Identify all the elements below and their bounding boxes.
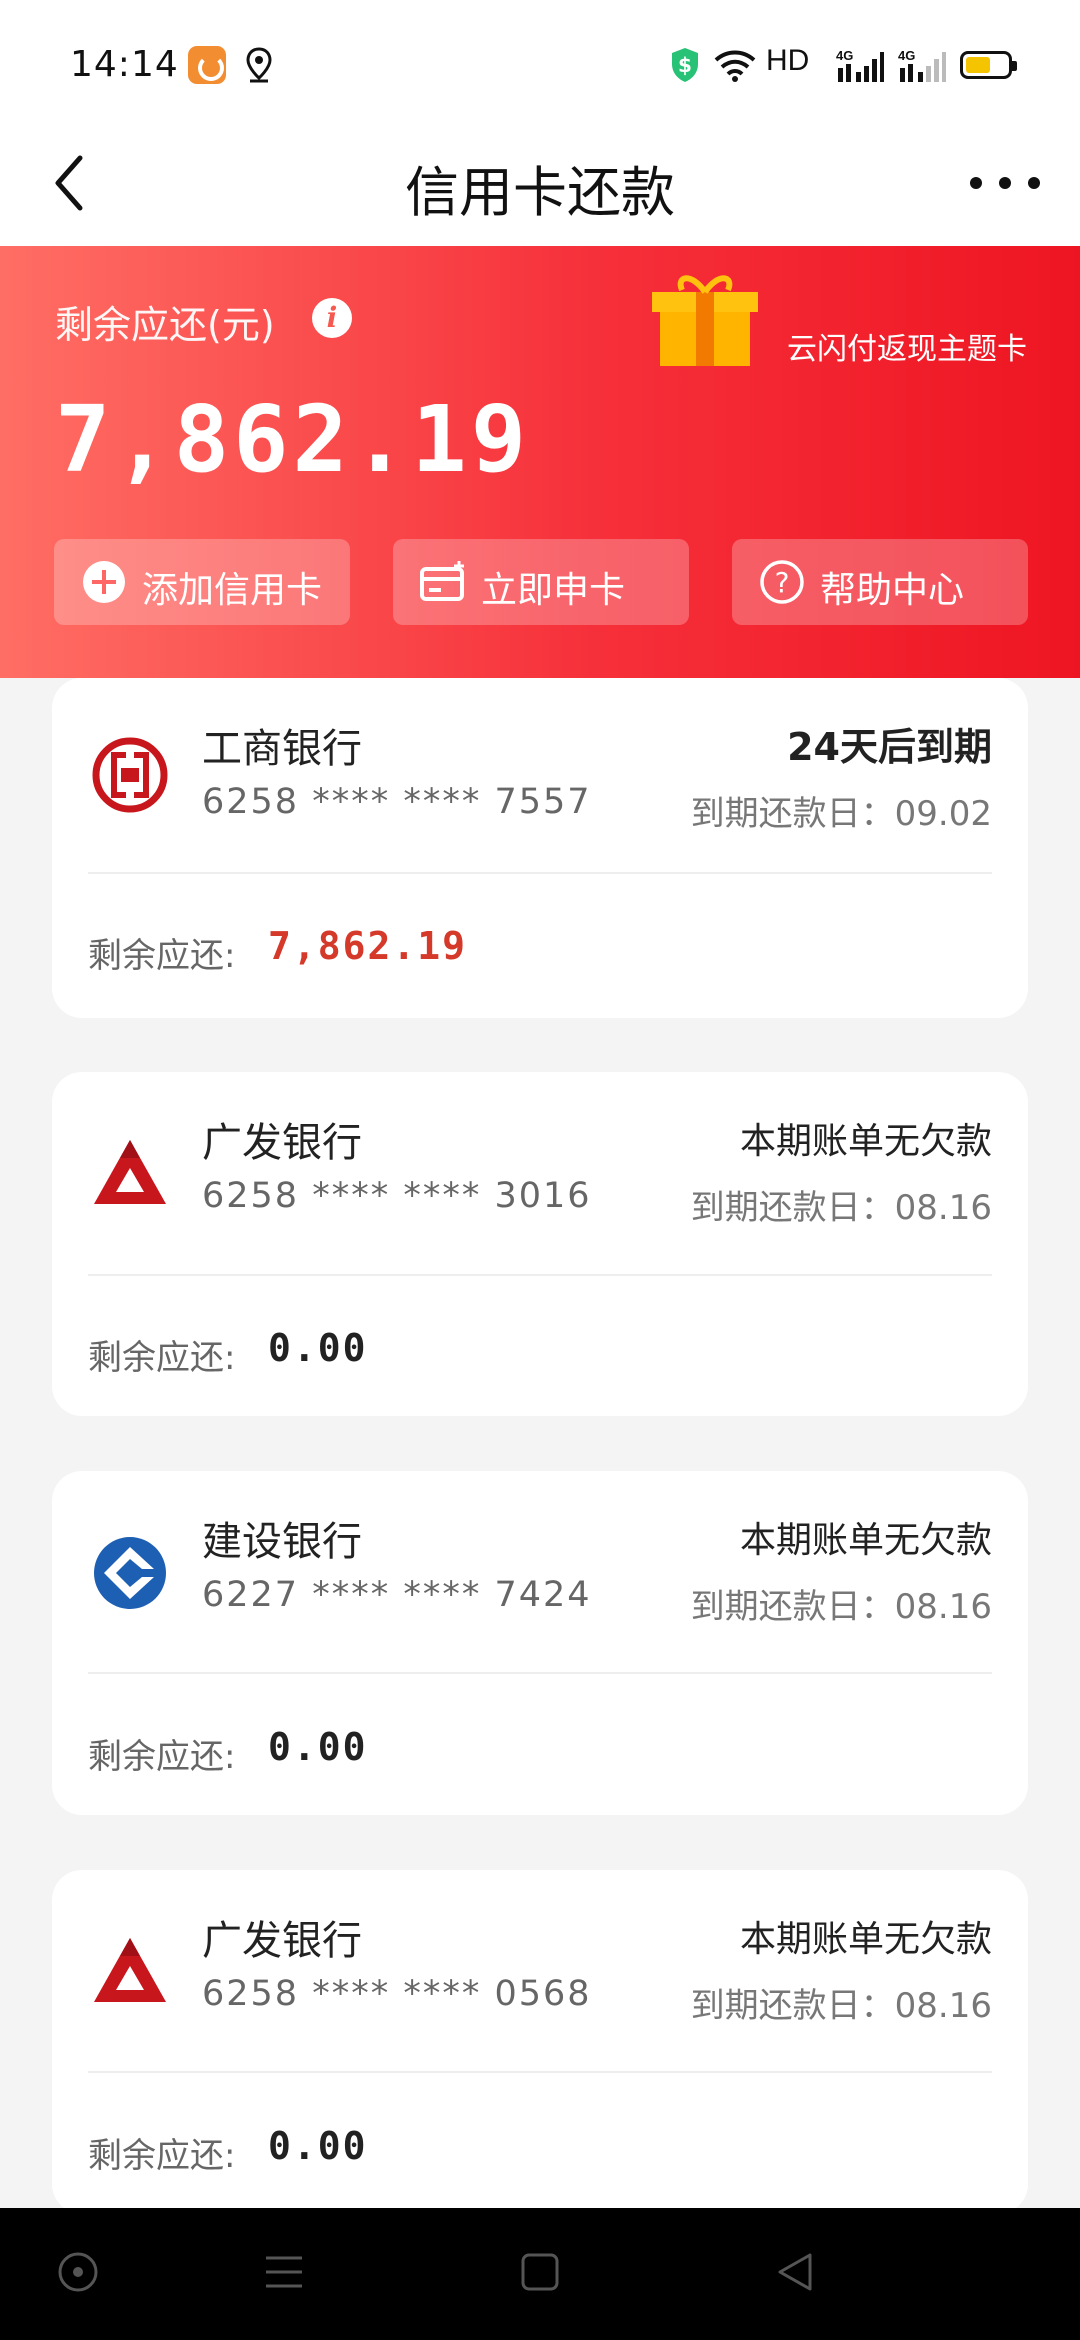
svg-text:$: $: [678, 53, 692, 77]
system-nav-bar: [0, 2208, 1080, 2340]
add-circle-icon: [83, 561, 125, 603]
credit-card-item[interactable]: 建设银行 6227 **** **** 7424 本期账单无欠款 到期还款日：0…: [52, 1471, 1028, 1815]
bank-name: 工商银行: [202, 726, 362, 772]
remain-label: 剩余应还:: [88, 1338, 236, 1378]
wifi-icon: [714, 50, 756, 82]
due-status: 24天后到期: [787, 725, 992, 769]
page-title: 信用卡还款: [405, 161, 675, 224]
info-icon[interactable]: i: [312, 298, 352, 338]
divider: [88, 1672, 992, 1674]
shield-icon: $: [672, 48, 698, 82]
bank-name: 广发银行: [202, 1918, 362, 1964]
svg-text:4G: 4G: [898, 48, 915, 63]
more-icon[interactable]: [960, 148, 1050, 218]
credit-card-item[interactable]: 广发银行 6258 **** **** 0568 本期账单无欠款 到期还款日：0…: [52, 1870, 1028, 2214]
due-status: 本期账单无欠款: [739, 1520, 992, 1561]
help-center-label: 帮助中心: [820, 570, 965, 611]
cgb-logo: [94, 1938, 166, 2002]
cgb-logo: [94, 1140, 166, 1204]
menu-icon[interactable]: [262, 2250, 306, 2294]
balance-header: 剩余应还(元) i 7,862.19 云闪付返现主题卡 添加信用卡 立即申卡 ?: [0, 246, 1080, 678]
card-number: 6258 **** **** 0568: [202, 1974, 592, 2014]
bank-name: 建设银行: [202, 1519, 362, 1565]
remain-amount: 0.00: [268, 1326, 368, 1370]
help-icon: ?: [760, 560, 804, 604]
location-icon: [246, 47, 272, 83]
due-status: 本期账单无欠款: [739, 1121, 992, 1162]
status-bar: 14:14 $ HD 4G 4G: [0, 0, 1080, 120]
gift-icon[interactable]: [646, 270, 764, 370]
divider: [88, 2071, 992, 2073]
remain-label: 剩余应还:: [88, 936, 236, 976]
svg-text:?: ?: [775, 566, 790, 599]
battery-icon: [960, 51, 1017, 79]
due-status: 本期账单无欠款: [739, 1919, 992, 1960]
nav-bar: 信用卡还款: [0, 120, 1080, 246]
divider: [88, 1274, 992, 1276]
remain-amount: 0.00: [268, 1725, 368, 1769]
due-date: 到期还款日：08.16: [690, 1188, 992, 1228]
back-triangle-icon[interactable]: [774, 2250, 818, 2294]
divider: [88, 872, 992, 874]
promo-text[interactable]: 云闪付返现主题卡: [787, 324, 1027, 368]
card-icon: [420, 561, 464, 601]
status-time: 14:14: [70, 44, 179, 85]
uc-browser-icon: [188, 46, 226, 84]
battery-level: [966, 57, 990, 73]
bank-name: 广发银行: [202, 1120, 362, 1166]
remain-label: 剩余应还:: [88, 1737, 236, 1777]
card-number: 6258 **** **** 3016: [202, 1176, 592, 1216]
add-credit-card-button[interactable]: 添加信用卡: [54, 539, 350, 625]
svg-text:4G: 4G: [836, 48, 853, 63]
card-number: 6258 **** **** 7557: [202, 782, 592, 822]
due-date: 到期还款日：09.02: [690, 794, 992, 834]
balance-amount: 7,862.19: [55, 386, 531, 493]
credit-card-item[interactable]: 广发银行 6258 **** **** 3016 本期账单无欠款 到期还款日：0…: [52, 1072, 1028, 1416]
due-date: 到期还款日：08.16: [690, 1587, 992, 1627]
due-date: 到期还款日：08.16: [690, 1986, 992, 2026]
home-circle-icon[interactable]: [56, 2250, 100, 2294]
signal-4g-icon: 4G: [836, 48, 884, 82]
apply-card-button[interactable]: 立即申卡: [393, 539, 689, 625]
signal-4g-icon: 4G: [898, 48, 946, 82]
balance-label: 剩余应还(元): [55, 303, 275, 347]
square-icon[interactable]: [518, 2250, 562, 2294]
apply-card-label: 立即申卡: [481, 570, 626, 611]
remain-label: 剩余应还:: [88, 2136, 236, 2176]
remain-amount: 7,862.19: [268, 924, 468, 968]
card-number: 6227 **** **** 7424: [202, 1575, 592, 1615]
help-center-button[interactable]: ? 帮助中心: [732, 539, 1028, 625]
remain-amount: 0.00: [268, 2124, 368, 2168]
network-hd-label: HD: [766, 44, 810, 77]
credit-card-item[interactable]: 工商银行 6258 **** **** 7557 24天后到期 到期还款日：09…: [52, 678, 1028, 1018]
add-credit-card-label: 添加信用卡: [142, 570, 323, 611]
icbc-logo: [92, 737, 168, 813]
ccb-logo: [94, 1537, 166, 1609]
